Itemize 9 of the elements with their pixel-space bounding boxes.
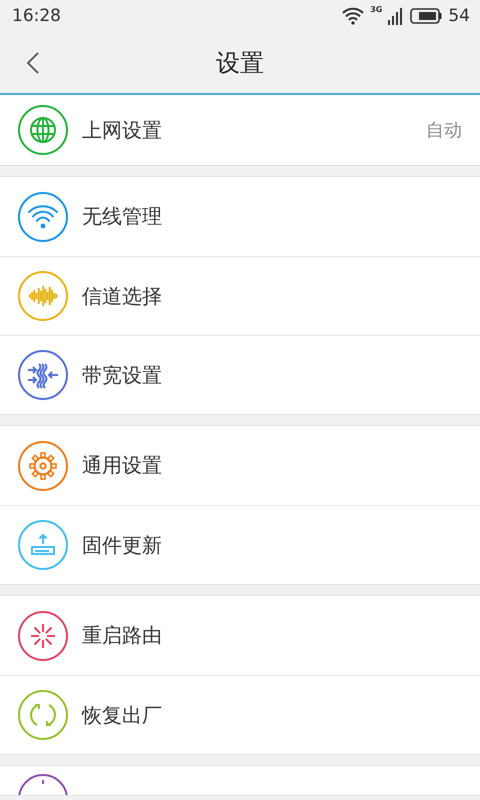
wifi-icon [342, 7, 364, 25]
battery-icon [410, 8, 442, 24]
setting-value: 自动 [426, 119, 462, 142]
network-type: 3G [370, 6, 382, 14]
screen-title: 设置 [216, 48, 264, 78]
clock-time: 16:28 [12, 6, 62, 26]
back-icon[interactable] [26, 52, 40, 74]
signal-icon [388, 7, 404, 25]
battery-level: 54 [448, 6, 470, 26]
